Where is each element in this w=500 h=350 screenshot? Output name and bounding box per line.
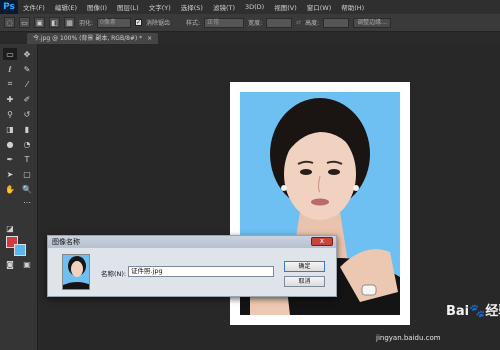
- blur-tool-icon[interactable]: ●: [3, 138, 17, 150]
- dialog-thumbnail: [62, 254, 90, 290]
- menu-image[interactable]: 图像(I): [82, 2, 112, 12]
- feather-label: 羽化:: [79, 20, 94, 27]
- clone-stamp-icon[interactable]: ⚲: [3, 108, 17, 120]
- menu-view[interactable]: 视图(V): [269, 2, 302, 12]
- name-label: 名称(N):: [101, 270, 127, 278]
- watermark-brand: Bai🐾经验: [446, 304, 500, 319]
- document-tab[interactable]: 今.jpg @ 100% (背景 副本, RGB/8#) * ×: [27, 33, 159, 44]
- width-label: 宽度:: [248, 20, 263, 27]
- options-bar: ◌ ▭ ▣ ◧ ▦ 羽化: 0像素 ✓ 消除锯齿 样式: 正常 宽度: ⇄ 高度…: [0, 14, 500, 32]
- menu-help[interactable]: 帮助(H): [336, 2, 369, 12]
- marquee-preset-icon[interactable]: ◌: [4, 17, 15, 28]
- antialias-checkbox[interactable]: ✓: [135, 19, 143, 26]
- healing-brush-icon[interactable]: ✚: [3, 93, 17, 105]
- ok-button[interactable]: 确定: [284, 261, 325, 272]
- path-select-tool-icon[interactable]: ➤: [3, 168, 17, 180]
- marquee-tool-icon[interactable]: ▭: [3, 48, 17, 60]
- menu-bar: Ps 文件(F) 编辑(E) 图像(I) 图层(L) 文字(Y) 选择(S) 滤…: [0, 0, 500, 14]
- background-color-swatch[interactable]: [14, 244, 26, 256]
- cancel-button[interactable]: 取消: [284, 276, 325, 287]
- hand-tool-icon[interactable]: ✋: [3, 183, 17, 195]
- feather-input[interactable]: 0像素: [97, 17, 132, 28]
- swap-icon[interactable]: ⇄: [296, 19, 301, 26]
- eraser-tool-icon[interactable]: ◨: [3, 123, 17, 135]
- menu-select[interactable]: 选择(S): [176, 2, 208, 12]
- type-tool-icon[interactable]: T: [20, 153, 34, 165]
- extra-tools-icon[interactable]: ⋯: [20, 196, 34, 208]
- document-tab-bar: 今.jpg @ 100% (背景 副本, RGB/8#) * ×: [0, 32, 500, 44]
- watermark-url: jingyan.baidu.com: [376, 334, 441, 342]
- document-tab-close[interactable]: ×: [147, 35, 152, 42]
- menu-edit[interactable]: 编辑(E): [50, 2, 82, 12]
- lasso-tool-icon[interactable]: ℓ: [3, 63, 17, 75]
- zoom-tool-icon[interactable]: 🔍: [20, 183, 34, 195]
- eyedropper-tool-icon[interactable]: ⁄: [20, 78, 34, 90]
- menu-window[interactable]: 窗口(W): [302, 2, 337, 12]
- history-brush-icon[interactable]: ↺: [20, 108, 34, 120]
- pen-tool-icon[interactable]: ✒: [3, 153, 17, 165]
- menu-3d[interactable]: 3D(D): [240, 3, 269, 11]
- dodge-tool-icon[interactable]: ◔: [20, 138, 34, 150]
- style-label: 样式:: [186, 20, 201, 27]
- style-select[interactable]: 正常: [204, 17, 245, 28]
- baidu-watermark: Bai🐾经验 jingyan.baidu.com: [376, 300, 500, 348]
- menu-file[interactable]: 文件(F): [18, 2, 50, 12]
- move-tool-icon[interactable]: ✥: [20, 48, 34, 60]
- height-input[interactable]: [323, 17, 350, 28]
- subtract-selection-icon[interactable]: ◧: [49, 17, 60, 28]
- image-name-dialog: 图像名称 x 名称(N): 证件照.jpg 确定 取消: [47, 235, 337, 297]
- intersect-selection-icon[interactable]: ▦: [64, 17, 75, 28]
- quick-select-tool-icon[interactable]: ✎: [20, 63, 34, 75]
- dialog-close-button[interactable]: x: [311, 237, 333, 246]
- add-selection-icon[interactable]: ▣: [34, 17, 45, 28]
- brush-tool-icon[interactable]: ✐: [20, 93, 34, 105]
- antialias-label: 消除锯齿: [146, 20, 171, 27]
- screen-mode-icon[interactable]: ▣: [20, 258, 34, 270]
- menu-type[interactable]: 文字(Y): [144, 2, 176, 12]
- dialog-title: 图像名称: [48, 236, 336, 248]
- refine-edge-button[interactable]: 调整边缘...: [353, 17, 391, 28]
- toolbox: ▭ ✥ ℓ ✎ ⌗ ⁄ ✚ ✐ ⚲ ↺ ◨ ▮ ● ◔ ✒ T ➤ ▢ ✋ 🔍 …: [0, 44, 38, 350]
- height-label: 高度:: [305, 20, 320, 27]
- new-selection-icon[interactable]: ▭: [19, 17, 30, 28]
- document-tab-title: 今.jpg @ 100% (背景 副本, RGB/8#) *: [33, 35, 143, 42]
- gradient-tool-icon[interactable]: ▮: [20, 123, 34, 135]
- default-colors-icon[interactable]: ◪: [3, 222, 17, 234]
- menu-layer[interactable]: 图层(L): [112, 2, 144, 12]
- shape-tool-icon[interactable]: ▢: [20, 168, 34, 180]
- quick-mask-icon[interactable]: ◙: [3, 258, 17, 270]
- photoshop-logo[interactable]: Ps: [0, 0, 18, 14]
- menu-filter[interactable]: 滤镜(T): [208, 2, 240, 12]
- crop-tool-icon[interactable]: ⌗: [3, 78, 17, 90]
- width-input[interactable]: [266, 17, 293, 28]
- name-input[interactable]: 证件照.jpg: [128, 266, 274, 277]
